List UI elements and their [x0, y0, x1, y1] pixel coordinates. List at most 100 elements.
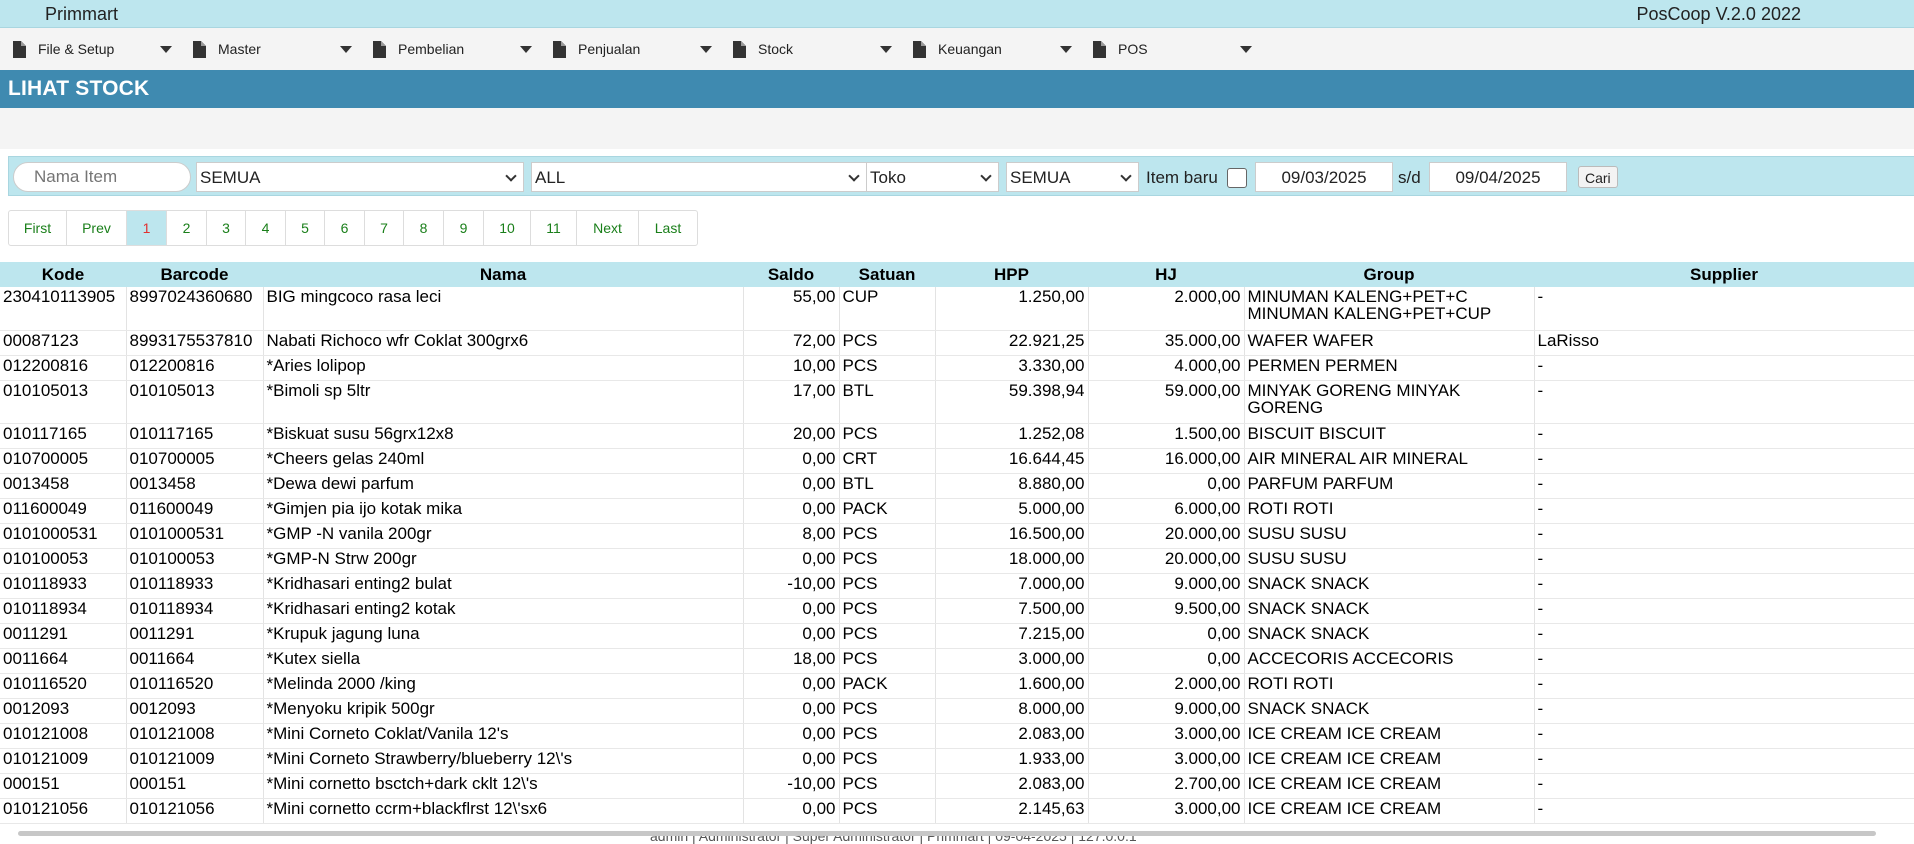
table-row[interactable]: 0101000531 0101000531 *GMP -N vanila 200gr… — [0, 523, 1914, 549]
page-last[interactable]: Last — [639, 211, 697, 245]
column-header[interactable]: HPP — [935, 262, 1088, 287]
table-cell: PCS — [839, 523, 936, 549]
table-row[interactable]: 010105013 010105013 *Bimoli sp 5ltr 17,00 BT… — [0, 380, 1914, 424]
page-5[interactable]: 5 — [286, 211, 325, 245]
table-row[interactable]: 012200816 012200816 *Aries lolipop 10,00 PCS… — [0, 355, 1914, 381]
table-cell: *Mini Corneto Coklat/Vanila 12's — [263, 723, 744, 749]
table-cell: PACK — [839, 498, 936, 524]
column-header[interactable]: Nama — [263, 262, 743, 287]
page-prev[interactable]: Prev — [67, 211, 127, 245]
table-cell: PCS — [839, 623, 936, 649]
table-row[interactable]: 0011664 0011664 *Kutex siella 18,00 PCS 3.000… — [0, 648, 1914, 674]
page-4[interactable]: 4 — [246, 211, 286, 245]
table-row[interactable]: 011600049 011600049 *Gimjen pia ijo kotak … — [0, 498, 1914, 524]
menu-stock[interactable]: Stock — [733, 28, 893, 70]
column-header[interactable]: Satuan — [839, 262, 935, 287]
table-cell: 1.600,00 — [935, 673, 1089, 699]
filter-select-1[interactable]: SEMUA — [196, 162, 524, 192]
date-to-value: 09/04/2025 — [1455, 168, 1541, 187]
table-cell: 010100053 — [0, 548, 127, 574]
page-next[interactable]: Next — [577, 211, 639, 245]
table-row[interactable]: 010121009 010121009 *Mini Corneto Strawber… — [0, 748, 1914, 774]
table-cell: 2.083,00 — [935, 773, 1089, 799]
table-cell: PACK — [839, 673, 936, 699]
table-cell: 0,00 — [1088, 648, 1245, 674]
table-row[interactable]: 230410113905 8997024360680 BIG mingcoco ra… — [0, 287, 1914, 331]
table-cell: 5.000,00 — [935, 498, 1089, 524]
table-row[interactable]: 0011291 0011291 *Krupuk jagung luna 0,00 PCS… — [0, 623, 1914, 649]
menu-pembelian[interactable]: Pembelian — [373, 28, 533, 70]
table-row[interactable]: 0012093 0012093 *Menyoku kripik 500gr 0,00 P… — [0, 698, 1914, 724]
table-cell: 22.921,25 — [935, 330, 1089, 356]
column-header[interactable]: Barcode — [126, 262, 263, 287]
table-row[interactable]: 010118933 010118933 *Kridhasari enting2 bu… — [0, 573, 1914, 599]
table-cell: WAFER WAFER — [1244, 330, 1535, 356]
document-icon — [1093, 40, 1106, 58]
menu-keuangan[interactable]: Keuangan — [913, 28, 1073, 70]
table-row[interactable]: 010116520 010116520 *Melinda 2000 /king 0,0… — [0, 673, 1914, 699]
table-cell: - — [1534, 673, 1914, 699]
page-11[interactable]: 11 — [531, 211, 577, 245]
page-8[interactable]: 8 — [404, 211, 444, 245]
table-cell: 10,00 — [743, 355, 840, 381]
table-cell: 0013458 — [0, 473, 127, 499]
page-2[interactable]: 2 — [167, 211, 207, 245]
page-7[interactable]: 7 — [365, 211, 404, 245]
table-row[interactable]: 0013458 0013458 *Dewa dewi parfum 0,00 BTL 8.… — [0, 473, 1914, 499]
table-row[interactable]: 010100053 010100053 *GMP-N Strw 200gr 0,00 P… — [0, 548, 1914, 574]
page-1[interactable]: 1 — [127, 211, 167, 245]
page-first[interactable]: First — [9, 211, 67, 245]
table-cell: SUSU SUSU — [1244, 523, 1535, 549]
menu-master[interactable]: Master — [193, 28, 353, 70]
table-cell: 010121008 — [0, 723, 127, 749]
horizontal-scrollbar[interactable] — [18, 831, 1876, 836]
table-row[interactable]: 010121056 010121056 *Mini cornetto ccrm+bl… — [0, 798, 1914, 824]
filter-select-4[interactable]: SEMUA — [1006, 162, 1139, 192]
page-9[interactable]: 9 — [444, 211, 484, 245]
table-cell: *Aries lolipop — [263, 355, 744, 381]
table-cell: - — [1534, 623, 1914, 649]
menu-pos[interactable]: POS — [1093, 28, 1253, 70]
store-select[interactable]: Toko — [866, 162, 999, 192]
date-from-input[interactable]: 09/03/2025 — [1255, 162, 1393, 192]
table-cell: -10,00 — [743, 773, 840, 799]
table-cell: 0,00 — [743, 498, 840, 524]
chevron-down-icon — [880, 46, 892, 53]
table-cell: PCS — [839, 748, 936, 774]
table-cell: PERMEN PERMEN — [1244, 355, 1535, 381]
table-cell: 011600049 — [126, 498, 264, 524]
column-header[interactable]: Saldo — [743, 262, 839, 287]
column-header[interactable]: HJ — [1088, 262, 1244, 287]
table-cell: MINUMAN KALENG+PET+C MINUMAN KALENG+PET+… — [1244, 287, 1535, 331]
menu-penjualan[interactable]: Penjualan — [553, 28, 713, 70]
table-cell: 3.000,00 — [1088, 798, 1245, 824]
table-row[interactable]: 000151 000151 *Mini cornetto bsctch+dark c… — [0, 773, 1914, 799]
page-3[interactable]: 3 — [207, 211, 246, 245]
item-name-search-input[interactable] — [13, 162, 191, 192]
filter-select-2[interactable]: ALL — [531, 162, 867, 192]
page-6[interactable]: 6 — [325, 211, 365, 245]
chevron-down-icon — [700, 46, 712, 53]
page-10[interactable]: 10 — [484, 211, 531, 245]
column-header[interactable]: Supplier — [1534, 262, 1914, 287]
menu-file-setup[interactable]: File & Setup — [13, 28, 173, 70]
table-cell: 010121008 — [126, 723, 264, 749]
table-row[interactable]: 00087123 8993175537810 Nabati Richoco wfr … — [0, 330, 1914, 356]
table-row[interactable]: 010117165 010117165 *Biskuat susu 56grx12x… — [0, 423, 1914, 449]
table-cell: - — [1534, 698, 1914, 724]
table-row[interactable]: 010700005 010700005 *Cheers gelas 240ml 0,0… — [0, 448, 1914, 474]
item-baru-label: Item baru — [1146, 168, 1218, 187]
table-row[interactable]: 010121008 010121008 *Mini Corneto Coklat/V… — [0, 723, 1914, 749]
table-cell: 2.145,63 — [935, 798, 1089, 824]
document-icon — [193, 40, 206, 58]
column-header[interactable]: Group — [1244, 262, 1534, 287]
app-header: Primmart PosCoop V.2.0 2022 — [0, 0, 1914, 28]
date-to-input[interactable]: 09/04/2025 — [1429, 162, 1567, 192]
column-header[interactable]: Kode — [0, 262, 126, 287]
filter-bar: SEMUA ALL Toko SEMUA Item baru 09/03/202… — [8, 156, 1914, 196]
table-cell: 18.000,00 — [935, 548, 1089, 574]
item-baru-checkbox[interactable] — [1227, 168, 1247, 188]
search-button[interactable]: Cari — [1578, 166, 1618, 188]
table-row[interactable]: 010118934 010118934 *Kridhasari enting2 ko… — [0, 598, 1914, 624]
table-cell: 7.500,00 — [935, 598, 1089, 624]
